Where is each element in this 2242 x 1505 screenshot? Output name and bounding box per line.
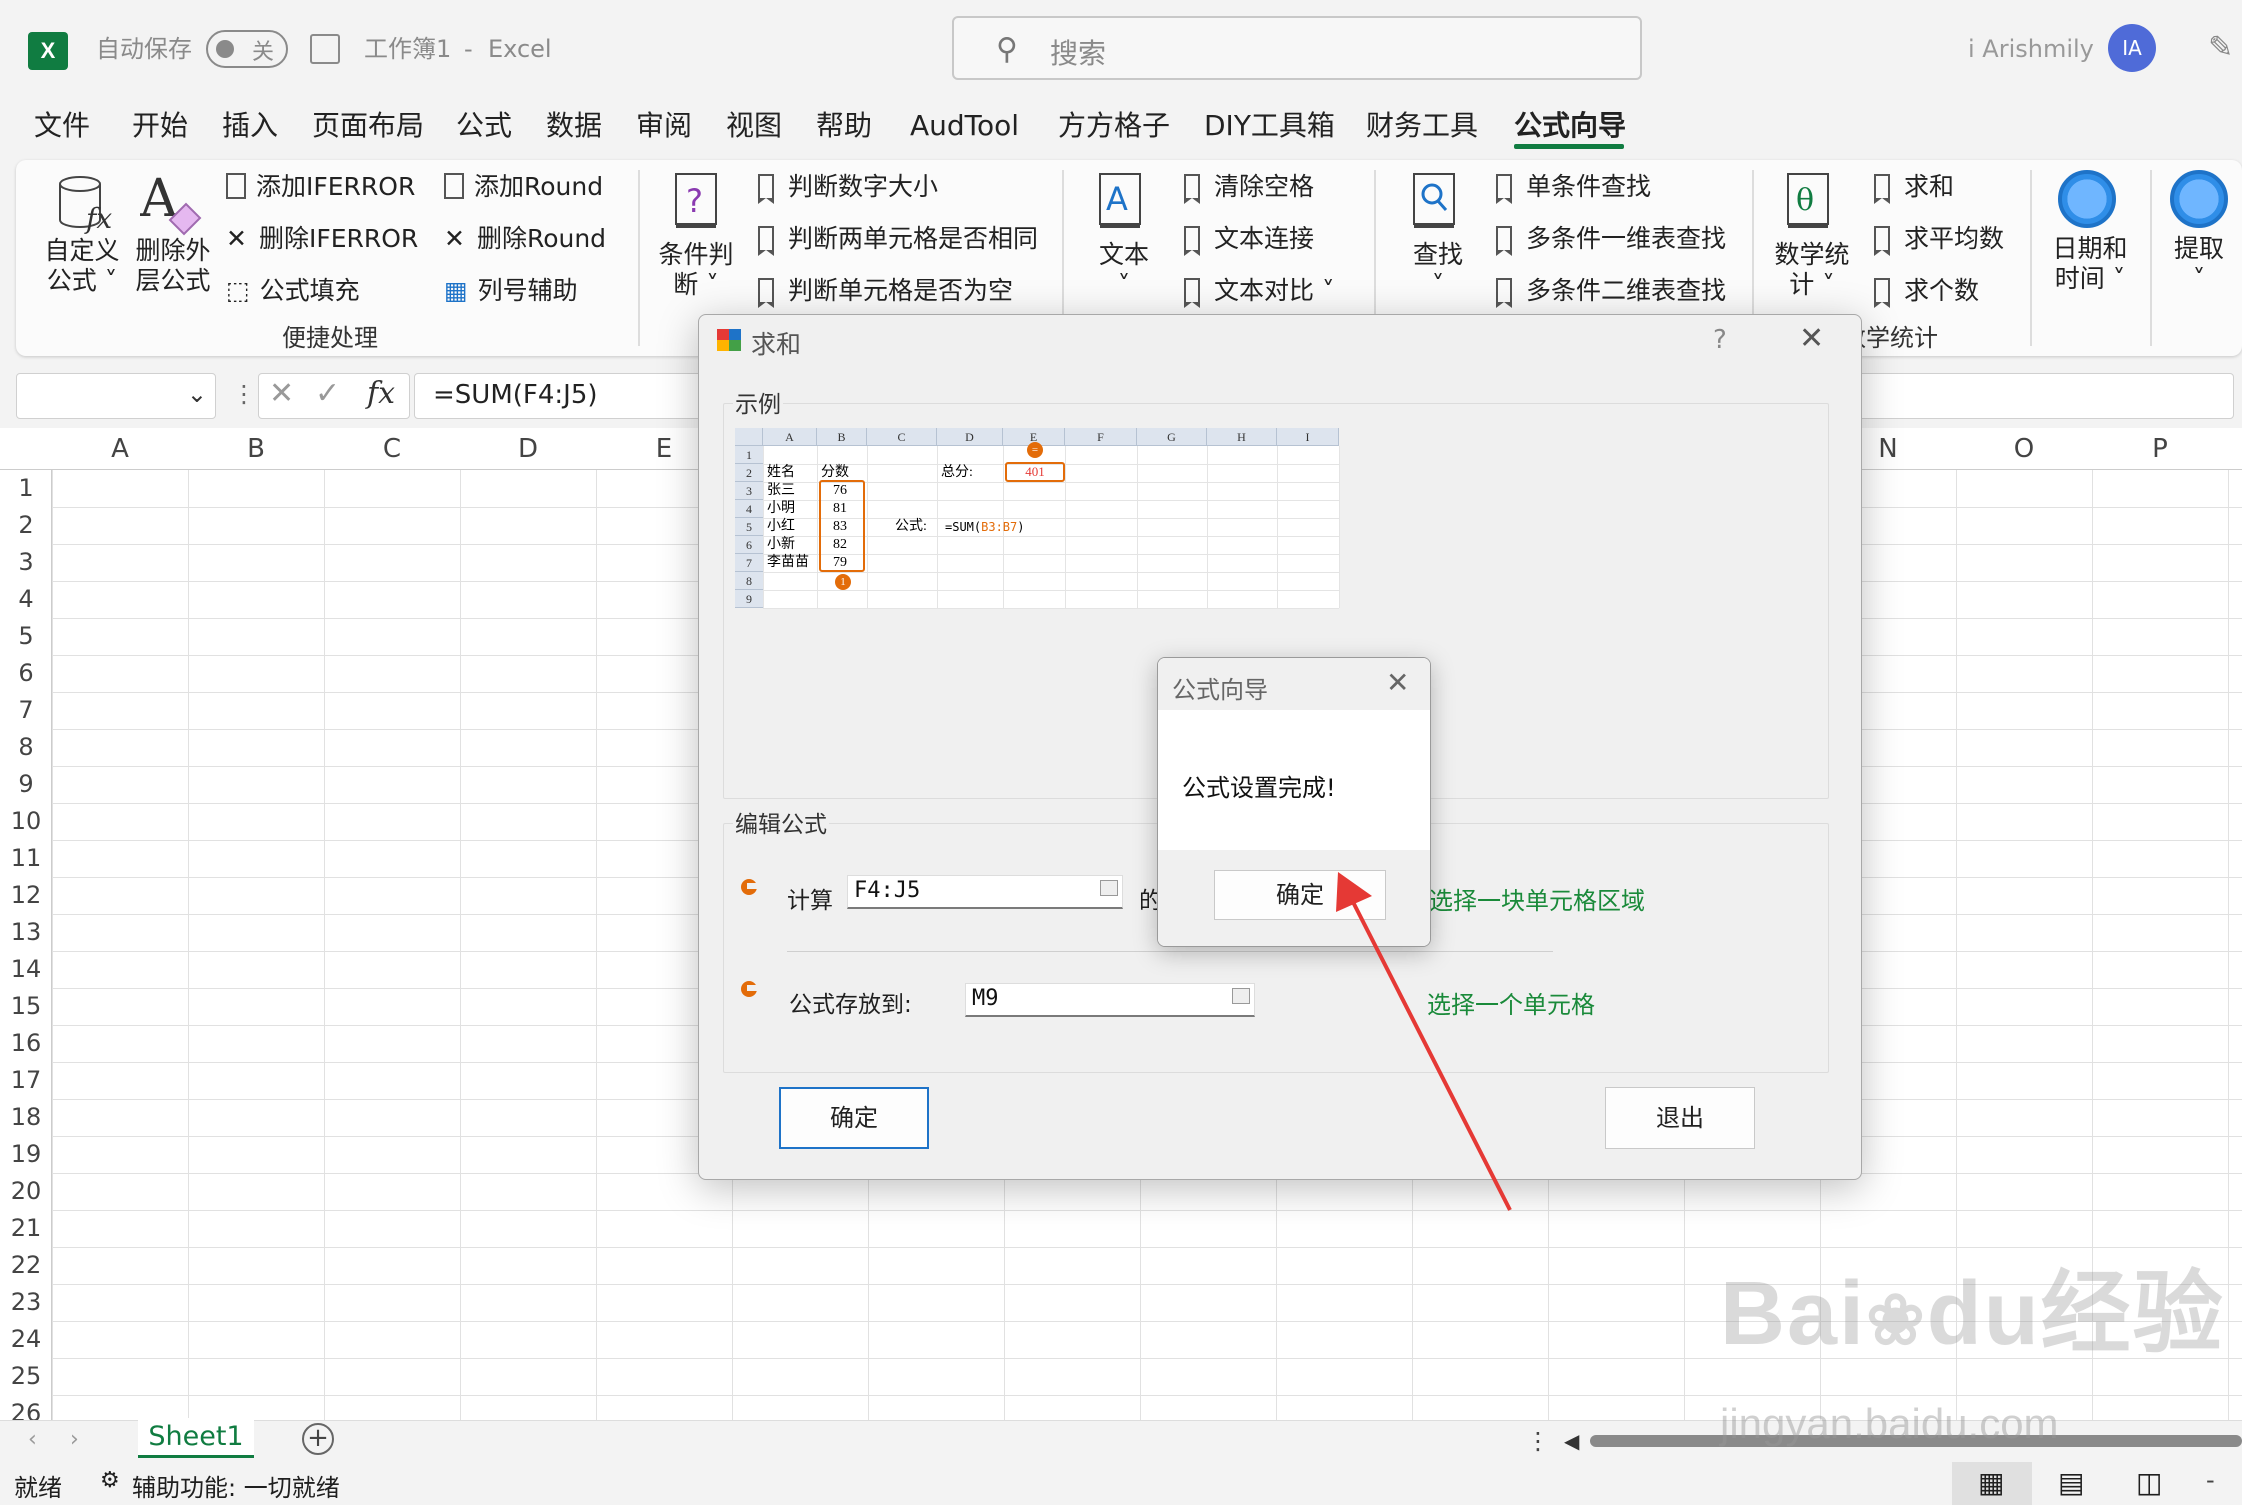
baidu-watermark: Bai❀du经验 [1720,1240,2225,1370]
arrow-line [1350,899,1512,1211]
paw-icon: ❀ [1866,1281,1927,1359]
watermark-cn: 经验 [2040,1264,2225,1364]
watermark-brand2: du [1926,1264,2041,1364]
watermark-url: jingyan.baidu.com [1720,1400,2059,1447]
watermark-brand: Bai [1720,1264,1867,1364]
